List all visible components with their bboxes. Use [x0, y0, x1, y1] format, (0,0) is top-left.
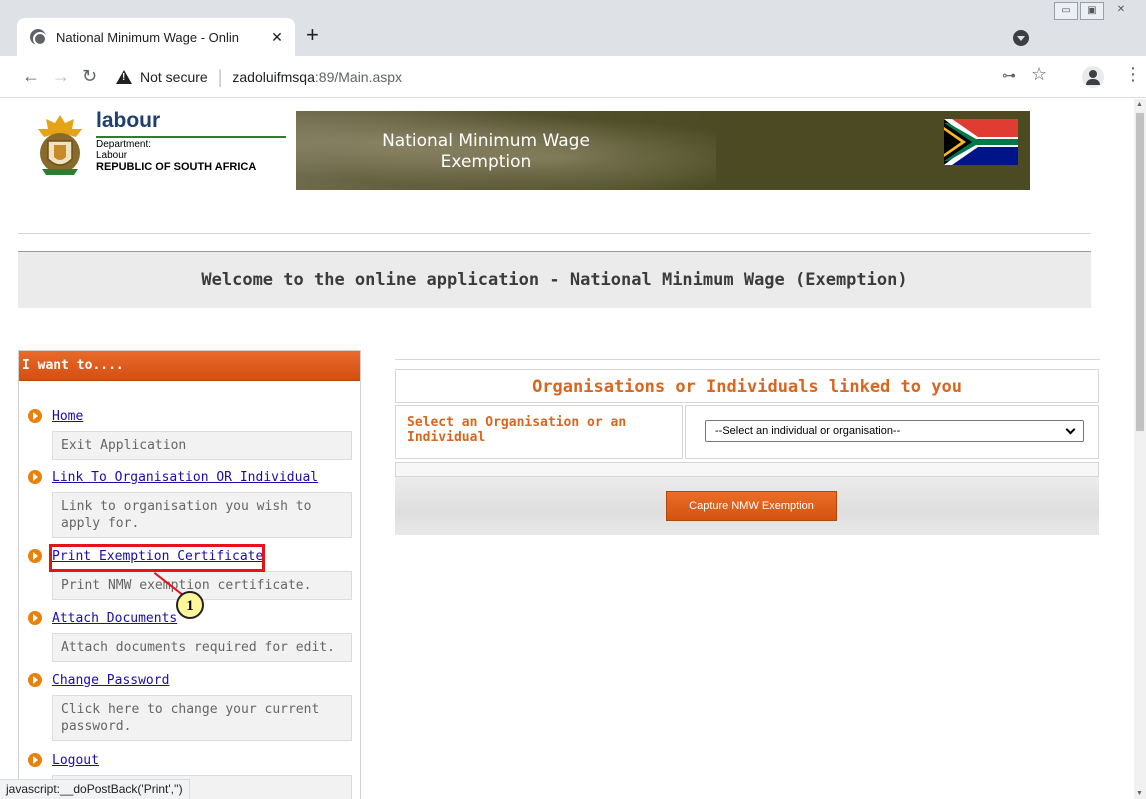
department-logo: labour Department: Labour REPUBLIC OF SO…: [34, 109, 286, 189]
organisation-select-cell: --Select an individual or organisation--: [685, 405, 1099, 459]
reload-icon[interactable]: ↻: [82, 66, 97, 86]
close-tab-icon[interactable]: ✕: [269, 29, 285, 46]
step-number: 1: [186, 598, 194, 614]
status-bar-url: javascript:__doPostBack('Print',''): [0, 779, 190, 799]
menu-item-change-password: Change Password Click here to change you…: [19, 671, 362, 741]
browser-tab-active[interactable]: National Minimum Wage - Onlin ✕: [17, 18, 295, 56]
logout-link[interactable]: Logout: [52, 753, 99, 768]
organisation-dropdown[interactable]: --Select an individual or organisation--: [705, 420, 1084, 442]
capture-button-area: Capture NMW Exemption: [395, 477, 1099, 535]
chevron-down-icon: [1065, 424, 1076, 435]
tab-search-icon[interactable]: [1013, 30, 1029, 46]
organisation-spacer-row: [395, 462, 1099, 477]
organisation-panel: Organisations or Individuals linked to y…: [395, 369, 1099, 535]
key-icon[interactable]: ⊶: [1002, 67, 1016, 84]
arrow-bullet-icon: [28, 753, 42, 767]
arrow-bullet-icon: [28, 611, 42, 625]
step-badge: 1: [176, 591, 204, 619]
organisation-dropdown-value: --Select an individual or organisation--: [715, 425, 901, 437]
arrow-bullet-icon: [28, 549, 42, 563]
scroll-up-icon[interactable]: ▲: [1136, 101, 1143, 108]
link-organisation-link[interactable]: Link To Organisation OR Individual: [52, 470, 318, 485]
profile-avatar-icon[interactable]: [1082, 66, 1104, 88]
coat-of-arms-icon: [38, 115, 82, 175]
bookmark-star-icon[interactable]: ☆: [1031, 64, 1047, 85]
security-indicator[interactable]: Not secure: [140, 69, 208, 85]
browser-toolbar: ← → ↻ Not secure | zadoluifmsqa:89/Main.…: [0, 56, 1146, 98]
menu-item-description: Click here to change your current passwo…: [52, 695, 352, 741]
panel-divider: [395, 359, 1100, 360]
menu-title: I want to....: [19, 351, 360, 381]
tab-title: National Minimum Wage - Onlin: [56, 29, 240, 45]
organisation-select-row: Select an Organisation or an Individual …: [395, 405, 1099, 459]
brand-country: REPUBLIC OF SOUTH AFRICA: [96, 161, 257, 173]
url-host: zadoluifmsqa: [232, 69, 315, 85]
back-arrow-icon[interactable]: ←: [22, 66, 40, 86]
change-password-link[interactable]: Change Password: [52, 673, 169, 688]
capture-exemption-button[interactable]: Capture NMW Exemption: [666, 491, 837, 521]
new-tab-button[interactable]: +: [306, 22, 319, 48]
header-divider: [18, 233, 1091, 234]
brand-divider: [96, 136, 286, 138]
url-divider: |: [217, 66, 223, 87]
brand-dept-line: Department:: [96, 139, 152, 150]
organisation-select-label: Select an Organisation or an Individual: [395, 405, 683, 459]
arrow-bullet-icon: [28, 673, 42, 687]
south-africa-flag-icon: [944, 119, 1018, 165]
welcome-banner: Welcome to the online application - Nati…: [18, 251, 1091, 308]
window-controls: ▭ ▣ ✕: [1052, 2, 1136, 20]
close-window-icon[interactable]: ✕: [1106, 2, 1136, 20]
page-scrollbar[interactable]: ▲ ▼: [1134, 99, 1146, 799]
scrollbar-thumb[interactable]: [1136, 113, 1144, 431]
arrow-bullet-icon: [28, 470, 42, 484]
menu-item-link-organisation: Link To Organisation OR Individual Link …: [19, 468, 362, 538]
organisation-panel-title: Organisations or Individuals linked to y…: [395, 369, 1099, 403]
header-banner: National Minimum Wage Exemption: [296, 111, 1030, 190]
minimize-icon[interactable]: ▭: [1054, 2, 1078, 20]
address-bar[interactable]: Not secure | zadoluifmsqa:89/Main.aspx: [110, 62, 1070, 92]
menu-item-home: Home Exit Application: [19, 407, 362, 460]
brand-dept-name: Labour: [96, 150, 128, 161]
brand-name: labour: [96, 109, 161, 132]
menu-item-description: Attach documents required for edit.: [52, 633, 352, 662]
forward-arrow-icon[interactable]: →: [52, 66, 70, 86]
url-path: :89/Main.aspx: [314, 69, 403, 85]
welcome-text: Welcome to the online application - Nati…: [201, 270, 908, 290]
attach-documents-link[interactable]: Attach Documents: [52, 611, 177, 626]
menu-item-description: Link to organisation you wish to apply f…: [52, 492, 352, 538]
maximize-icon[interactable]: ▣: [1080, 2, 1104, 20]
scroll-down-icon[interactable]: ▼: [1136, 790, 1143, 797]
banner-title: National Minimum Wage Exemption: [382, 131, 590, 172]
warning-icon: [116, 70, 132, 84]
menu-item-description: Exit Application: [52, 431, 352, 460]
action-menu: I want to.... Home Exit Application Link…: [18, 350, 361, 799]
globe-icon: [30, 29, 47, 46]
browser-tab-strip: National Minimum Wage - Onlin ✕ + ▭ ▣ ✕: [0, 0, 1146, 56]
highlight-box: [49, 544, 265, 572]
arrow-bullet-icon: [28, 409, 42, 423]
home-link[interactable]: Home: [52, 409, 83, 424]
more-menu-icon[interactable]: ⋮: [1124, 64, 1142, 84]
page-viewport: labour Department: Labour REPUBLIC OF SO…: [0, 99, 1134, 799]
